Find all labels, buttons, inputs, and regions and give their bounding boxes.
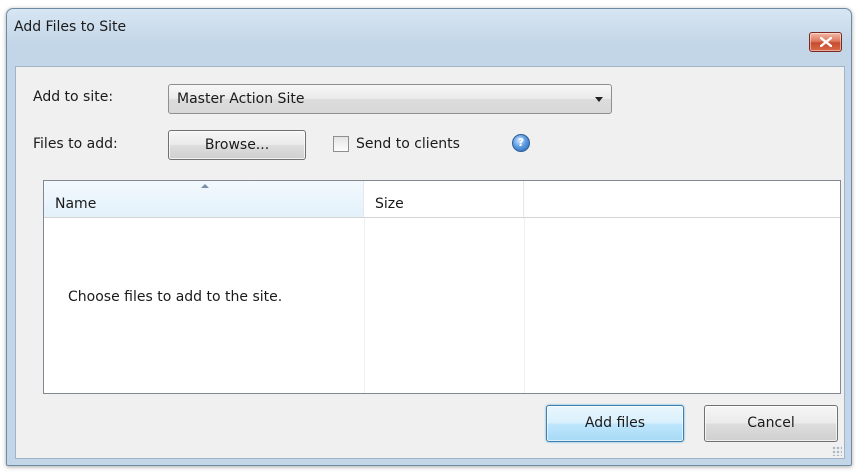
cancel-button-label: Cancel	[747, 415, 795, 431]
send-to-clients-label[interactable]: Send to clients	[356, 136, 460, 152]
resize-grip[interactable]	[832, 446, 842, 456]
empty-list-message: Choose files to add to the site.	[68, 289, 283, 305]
site-dropdown-value: Master Action Site	[177, 91, 305, 107]
files-to-add-label: Files to add:	[33, 136, 118, 152]
send-to-clients-checkbox[interactable]	[333, 136, 349, 152]
cancel-button[interactable]: Cancel	[704, 405, 838, 442]
column-divider	[524, 218, 525, 393]
close-button[interactable]	[809, 32, 842, 52]
column-header-size[interactable]: Size	[364, 181, 524, 217]
add-to-site-label: Add to site:	[33, 89, 114, 105]
column-divider	[364, 218, 365, 393]
file-list[interactable]: Name Size Choose files to add to the sit…	[43, 180, 841, 394]
column-header-size-label: Size	[375, 196, 404, 212]
browse-button-label: Browse...	[204, 137, 270, 153]
browse-button[interactable]: Browse...	[168, 130, 306, 160]
close-icon	[820, 37, 832, 47]
column-header-name-label: Name	[55, 196, 97, 212]
file-list-header: Name Size	[44, 181, 840, 218]
add-files-button[interactable]: Add files	[546, 405, 684, 442]
title-bar[interactable]: Add Files to Site	[7, 9, 851, 52]
help-icon[interactable]: ?	[512, 134, 530, 152]
column-header-name[interactable]: Name	[44, 181, 364, 217]
sort-ascending-icon	[201, 184, 209, 188]
chevron-down-icon	[595, 97, 603, 102]
site-dropdown[interactable]: Master Action Site	[168, 84, 612, 114]
dialog-title: Add Files to Site	[14, 19, 127, 35]
add-files-dialog: Add Files to Site Add to site: Master Ac…	[6, 8, 852, 466]
dialog-content: Add to site: Master Action Site Files to…	[15, 66, 845, 459]
add-files-button-label: Add files	[584, 415, 646, 431]
